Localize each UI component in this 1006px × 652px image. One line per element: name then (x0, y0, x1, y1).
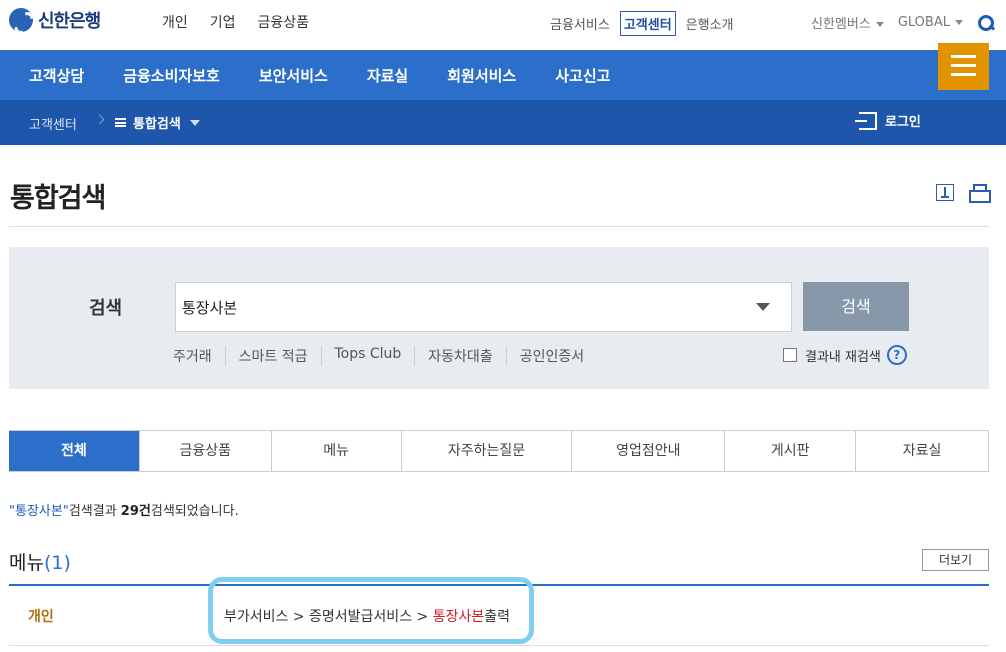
login-button[interactable]: 로그인 (855, 111, 921, 130)
hamburger-menu-button[interactable] (938, 43, 989, 90)
tab-branches[interactable]: 영업점안내 (571, 431, 724, 471)
chevron-right-icon (94, 114, 105, 125)
main-nav-incident-report[interactable]: 사고신고 (555, 65, 610, 86)
tab-board[interactable]: 게시판 (724, 431, 855, 471)
more-button[interactable]: 더보기 (922, 549, 989, 571)
search-panel: 검색 통장사본 검색 주거래 스마트 적금 Tops Club 자동차대출 공인… (9, 247, 989, 389)
top-utility-links: 금융서비스 고객센터 은행소개 (550, 11, 734, 36)
summary-text-end: 검색되었습니다. (150, 504, 239, 519)
main-nav-consumer-protection[interactable]: 금융소비자보호 (123, 65, 220, 86)
search-button[interactable]: 검색 (803, 282, 909, 331)
chevron-down-icon (875, 22, 884, 27)
search-input[interactable]: 통장사본 (175, 282, 792, 332)
result-tabs: 전체 금융상품 메뉴 자주하는질문 영업점안내 게시판 자료실 (9, 430, 989, 472)
help-icon[interactable]: ? (886, 345, 907, 365)
top-right-menu: 신한멤버스 GLOBAL (811, 13, 995, 32)
main-nav-member-services[interactable]: 회원서비스 (447, 65, 516, 86)
section-count: (1) (43, 552, 71, 574)
util-customer-center[interactable]: 고객센터 (619, 11, 676, 36)
main-nav-consult[interactable]: 고객상담 (29, 65, 84, 86)
main-nav-security[interactable]: 보안서비스 (259, 65, 328, 86)
section-title-label: 메뉴 (9, 552, 44, 574)
search-label: 검색 (89, 298, 123, 319)
caret-down-icon (189, 119, 200, 126)
keyword-link[interactable]: 스마트 적금 (239, 346, 322, 366)
tab-menu[interactable]: 메뉴 (270, 431, 401, 471)
breadcrumb-current: 통합검색 (133, 117, 181, 132)
popular-keywords: 주거래 스마트 적금 Tops Club 자동차대출 공인인증서 (173, 346, 610, 366)
keyword-link[interactable]: 공인인증서 (520, 346, 597, 366)
top-nav: 개인 기업 금융상품 (162, 12, 309, 32)
summary-text: 검색결과 (68, 504, 121, 519)
main-nav-resources[interactable]: 자료실 (367, 65, 408, 86)
menu-bar (951, 73, 976, 76)
top-nav-personal[interactable]: 개인 (162, 12, 188, 32)
top-bar: 신한은행 개인 기업 금융상품 금융서비스 고객센터 은행소개 신한멤버스 GL… (0, 0, 1006, 50)
chevron-down-icon (954, 20, 963, 25)
dropdown-caret-icon[interactable] (756, 303, 770, 311)
util-financial-services[interactable]: 금융서비스 (550, 14, 610, 33)
main-nav: 고객상담 금융소비자보호 보안서비스 자료실 회원서비스 사고신고 (0, 50, 1006, 100)
global-dropdown[interactable]: GLOBAL (898, 15, 963, 30)
tab-faq[interactable]: 자주하는질문 (400, 431, 572, 471)
tab-products[interactable]: 금융상품 (138, 431, 271, 471)
top-nav-products[interactable]: 금융상품 (258, 12, 310, 32)
page-title: 통합검색 (10, 183, 106, 214)
tab-resources[interactable]: 자료실 (855, 431, 988, 471)
list-icon (115, 118, 126, 127)
summary-count: 29건 (120, 504, 151, 519)
annotation-highlight (208, 577, 534, 644)
login-label: 로그인 (885, 115, 921, 130)
top-nav-business[interactable]: 기업 (210, 12, 236, 32)
tab-all[interactable]: 전체 (9, 431, 139, 471)
keyword-link[interactable]: 주거래 (173, 346, 226, 366)
menu-bar (951, 64, 976, 67)
global-label: GLOBAL (897, 15, 950, 30)
summary-keyword: "통장사본" (9, 504, 69, 519)
breadcrumb-home[interactable]: 고객센터 (29, 114, 77, 133)
result-summary: "통장사본"검색결과 29건검색되었습니다. (9, 500, 239, 519)
sub-nav: 고객센터 통합검색 로그인 (0, 100, 1006, 145)
keyword-link[interactable]: Tops Club (335, 346, 416, 366)
search-within-checkbox[interactable] (783, 348, 797, 362)
search-icon[interactable] (977, 14, 995, 32)
logo-text: 신한은행 (38, 11, 101, 32)
divider (9, 226, 989, 227)
menu-bar (951, 55, 976, 58)
members-label: 신한멤버스 (811, 17, 871, 32)
section-title: 메뉴(1) (9, 548, 71, 575)
keyword-link[interactable]: 자동차대출 (428, 346, 507, 366)
search-within-results: 결과내 재검색 ? (783, 345, 907, 365)
logo-icon (9, 8, 33, 32)
result-category: 개인 (28, 609, 54, 625)
breadcrumb-current-dropdown[interactable]: 통합검색 (115, 113, 200, 132)
search-within-label[interactable]: 결과내 재검색 (805, 346, 881, 365)
print-icon[interactable] (969, 184, 991, 203)
login-icon (855, 111, 877, 130)
util-bank-intro[interactable]: 은행소개 (686, 14, 734, 33)
download-icon[interactable] (936, 184, 954, 201)
members-dropdown[interactable]: 신한멤버스 (811, 13, 884, 32)
bank-logo[interactable]: 신한은행 (9, 7, 101, 33)
